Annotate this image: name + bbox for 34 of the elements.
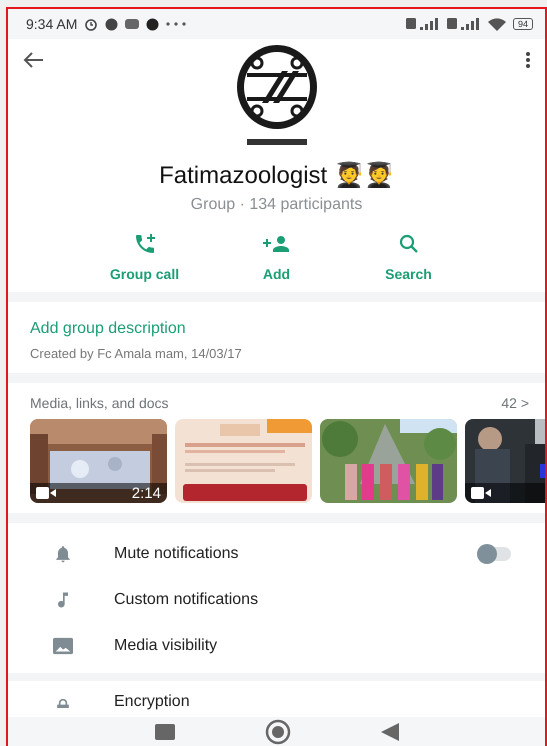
status-time: 9:34 AM	[26, 16, 78, 32]
recent-apps-button[interactable]	[154, 724, 174, 740]
settings-row[interactable]: Media visibility	[8, 623, 545, 669]
group-name: Fatimazoologist 🧑‍🎓🧑‍🎓	[159, 161, 394, 190]
app-notification-icon	[105, 18, 118, 30]
mute-toggle[interactable]	[477, 547, 511, 561]
settings-row[interactable]: Custom notifications	[8, 577, 545, 623]
video-camera-icon	[471, 487, 491, 499]
add-description-link[interactable]: Add group description	[30, 320, 523, 338]
app-notification-icon	[125, 19, 140, 29]
settings-label: Encryption	[114, 693, 190, 711]
home-button[interactable]	[264, 719, 290, 745]
created-by-text: Created by Fc Amala mam, 14/03/17	[30, 346, 243, 361]
image-icon	[52, 636, 74, 656]
group-participants: Group · 134 participants	[190, 196, 362, 214]
settings-row[interactable]: Mute notifications	[8, 531, 545, 577]
video-duration: 2:14	[132, 484, 161, 502]
video-camera-icon	[36, 487, 56, 499]
dot-icon	[146, 18, 160, 30]
settings-label: Custom notifications	[114, 591, 258, 609]
action-button[interactable]: Search	[360, 232, 456, 282]
cellular-signal-icon	[446, 18, 481, 30]
back-nav-button[interactable]	[380, 723, 398, 741]
wifi-icon	[488, 18, 506, 30]
battery-level: 94	[512, 18, 533, 30]
more-notifications-icon	[166, 22, 186, 26]
action-button[interactable]: Group call	[96, 232, 192, 282]
cellular-signal-icon	[406, 18, 440, 30]
settings-label: Media visibility	[114, 637, 218, 655]
media-section-title: Media, links, and docs	[30, 395, 169, 411]
action-button[interactable]: Add	[228, 232, 324, 282]
media-count-link[interactable]: 42 >	[501, 395, 529, 411]
alarm-clock-icon	[84, 17, 98, 31]
settings-label: Mute notifications	[114, 545, 239, 563]
